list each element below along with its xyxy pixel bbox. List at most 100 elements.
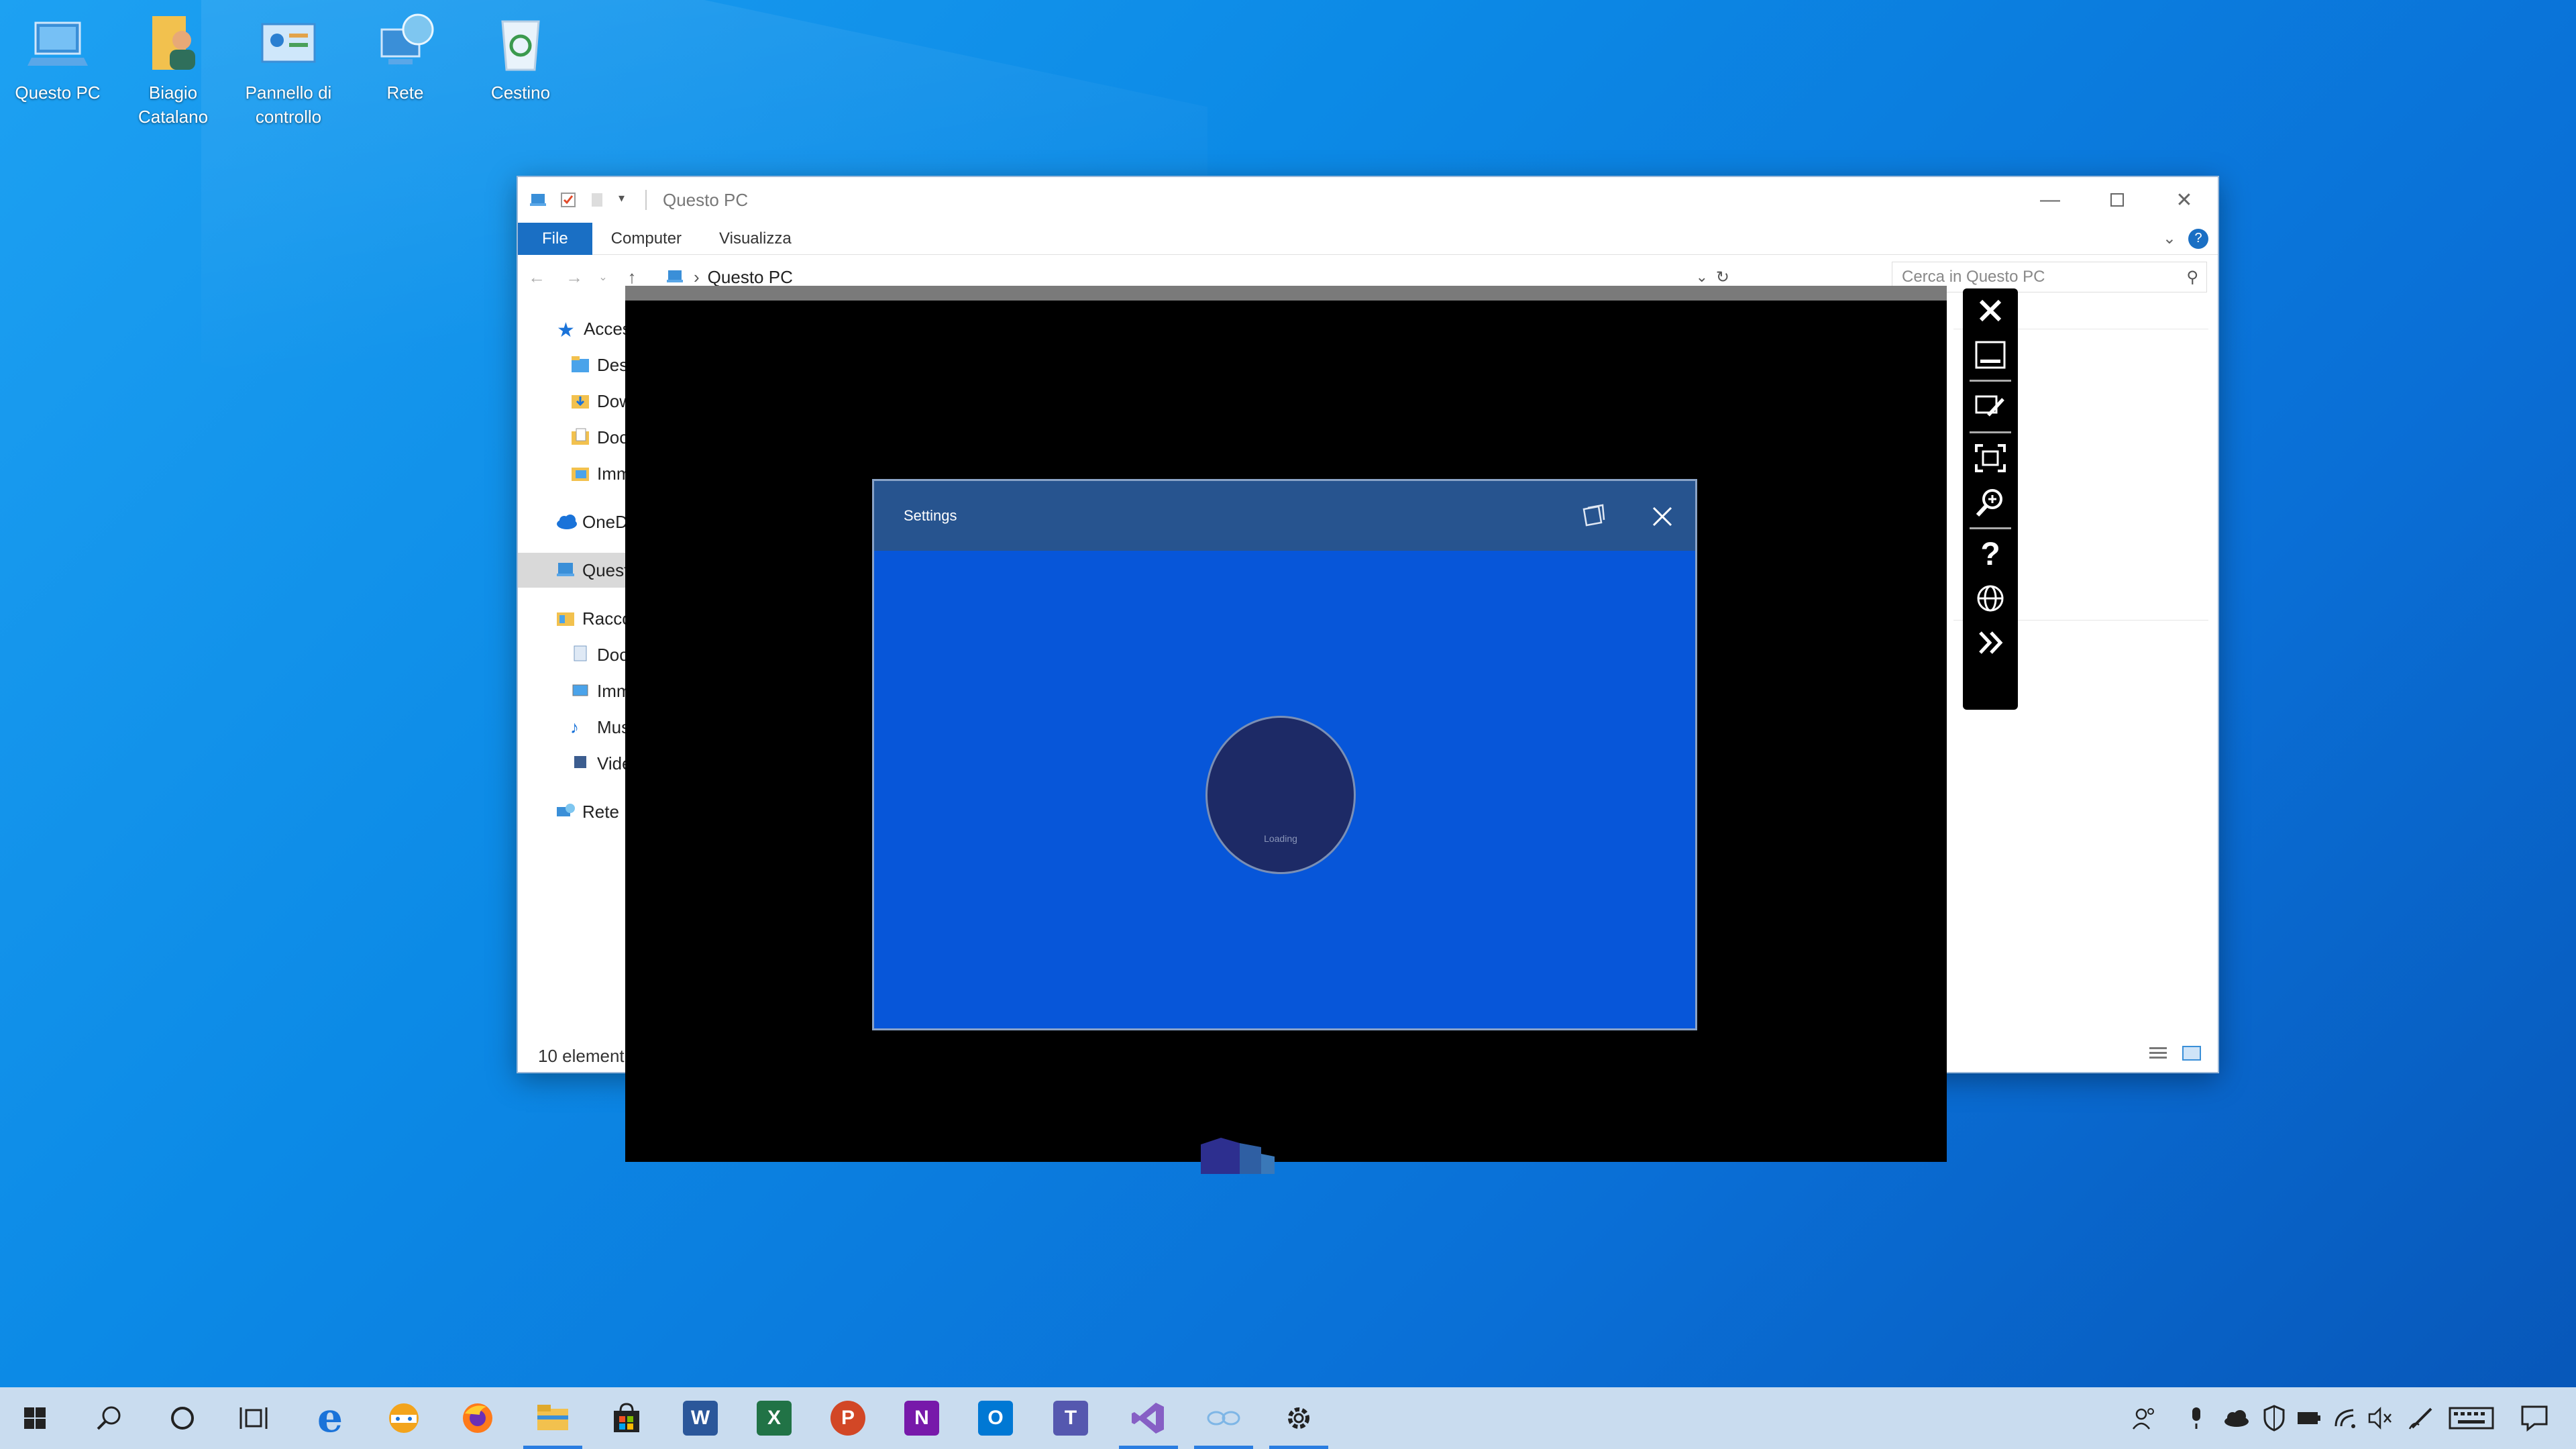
nav-item-pictures[interactable]: Immagini	[518, 456, 632, 491]
nav-item-libraries[interactable]: Raccolte	[518, 601, 632, 636]
nav-item-this-pc[interactable]: Questo PC	[518, 553, 632, 588]
new-folder-icon[interactable]	[589, 191, 606, 209]
download-folder-icon	[570, 391, 593, 411]
taskbar-word[interactable]: W	[665, 1387, 735, 1449]
cortana-button[interactable]	[148, 1387, 217, 1449]
nav-item-quick-access[interactable]: ★ Accesso rapido	[518, 311, 632, 346]
toolbar-separator	[1970, 431, 2011, 433]
help-icon[interactable]: ?	[2188, 228, 2208, 249]
start-button[interactable]	[0, 1387, 70, 1449]
toolbar-fit-button[interactable]	[1967, 436, 2014, 480]
taskbar-edge[interactable]: e	[295, 1387, 365, 1449]
taskbar-onenote[interactable]: N	[887, 1387, 957, 1449]
glasses-icon	[1207, 1411, 1240, 1426]
tab-view[interactable]: Visualizza	[700, 229, 810, 248]
toolbar-zoom-button[interactable]	[1967, 480, 2014, 525]
desktop-icon-this-pc[interactable]: Questo PC	[4, 9, 111, 105]
taskbar-powerpoint[interactable]: P	[813, 1387, 883, 1449]
tiles-view-icon[interactable]	[2182, 1044, 2202, 1065]
toolbar-close-button[interactable]	[1967, 288, 2014, 333]
nav-item-network[interactable]: Rete	[518, 794, 632, 829]
tray-volume[interactable]	[2361, 1387, 2399, 1449]
title-divider	[645, 190, 647, 210]
close-button[interactable]: ✕	[2151, 177, 2218, 223]
nav-item-desktop[interactable]: Desktop	[518, 347, 632, 382]
star-icon: ★	[557, 319, 575, 341]
toolbar-expand-button[interactable]	[1967, 621, 2014, 665]
address-dropdown-icon[interactable]: ⌄	[1696, 268, 1708, 286]
taskbar-firefox[interactable]	[443, 1387, 513, 1449]
taskbar-visual-studio[interactable]	[1114, 1387, 1183, 1449]
desktop-icon-recycle-bin[interactable]: Cestino	[467, 9, 574, 105]
taskbar-excel[interactable]: X	[739, 1387, 809, 1449]
nav-item-lib-documents[interactable]: Documenti	[518, 637, 632, 672]
settings-dialog: Settings Loading	[872, 479, 1697, 1030]
address-pc-icon	[665, 269, 686, 285]
search-icon[interactable]: ⚲	[2186, 268, 2198, 287]
toolbar-separator	[1970, 380, 2011, 382]
up-arrow-icon[interactable]: ↑	[613, 267, 651, 288]
documents-folder-icon	[570, 427, 593, 447]
tab-computer[interactable]: Computer	[592, 229, 700, 248]
taskbar-outlook[interactable]: O	[961, 1387, 1030, 1449]
toolbar-minimize-button[interactable]	[1967, 333, 2014, 377]
desktop-icon-user-folder[interactable]: Biagio Catalano	[119, 9, 227, 129]
chevron-down-icon[interactable]: ▾	[619, 191, 636, 209]
toolbar-help-button[interactable]: ?	[1967, 532, 2014, 576]
nav-item-downloads[interactable]: Download	[518, 384, 632, 419]
nav-item-onedrive[interactable]: OneDrive	[518, 504, 632, 539]
tray-microphone[interactable]	[2178, 1387, 2215, 1449]
taskbar-settings[interactable]	[1264, 1387, 1334, 1449]
taskbar-store[interactable]	[592, 1387, 661, 1449]
visual-studio-icon	[1132, 1403, 1164, 1434]
help-icon: ?	[1980, 536, 2000, 572]
tray-action-center[interactable]	[2508, 1387, 2561, 1449]
taskbar-file-explorer[interactable]	[518, 1387, 588, 1449]
tray-defender[interactable]	[2255, 1387, 2293, 1449]
notification-icon	[2521, 1405, 2548, 1432]
toolbar-edit-button[interactable]	[1967, 384, 2014, 429]
task-view-button[interactable]	[219, 1387, 288, 1449]
user-folder-icon	[143, 9, 203, 76]
tab-file[interactable]: File	[518, 222, 592, 255]
desktop-icon-control-panel[interactable]: Pannello di controllo	[235, 9, 342, 129]
details-view-icon[interactable]	[2148, 1044, 2168, 1065]
desktop-icon-network[interactable]: Rete	[352, 9, 459, 105]
loading-text: Loading	[1264, 833, 1297, 844]
forward-arrow-icon[interactable]: →	[555, 267, 593, 288]
tray-people[interactable]	[2125, 1387, 2163, 1449]
properties-icon[interactable]	[559, 191, 577, 209]
expand-icon	[1979, 631, 2003, 654]
tray-pen[interactable]	[2403, 1387, 2440, 1449]
nav-item-lib-music[interactable]: ♪ Musica	[518, 710, 632, 745]
taskbar-dab[interactable]	[369, 1387, 439, 1449]
close-icon: ✕	[2176, 189, 2193, 211]
tray-touch-keyboard[interactable]	[2446, 1387, 2497, 1449]
nav-item-documents[interactable]: Documenti	[518, 420, 632, 455]
navigation-pane: ★ Accesso rapido Desktop Download Docume…	[518, 311, 632, 1032]
back-arrow-icon[interactable]: ←	[518, 267, 555, 288]
nav-item-lib-pictures[interactable]: Immagini	[518, 674, 632, 708]
refresh-icon[interactable]: ↻	[1716, 268, 1729, 287]
floating-toolbar: ?	[1963, 288, 2018, 710]
teams-icon: T	[1053, 1401, 1088, 1436]
network-icon	[375, 9, 435, 76]
nav-item-lib-video[interactable]: Video	[518, 746, 632, 781]
tray-onedrive[interactable]	[2218, 1387, 2255, 1449]
fit-screen-icon	[1975, 444, 2006, 472]
music-library-icon: ♪	[570, 717, 579, 737]
restore-button[interactable]	[1576, 500, 1609, 533]
settings-close-button[interactable]	[1646, 500, 1679, 533]
dab-icon	[389, 1403, 419, 1433]
maximize-button[interactable]	[2084, 177, 2151, 223]
recent-chevron-icon[interactable]: ⌄	[593, 270, 613, 284]
breadcrumb-current[interactable]: Questo PC	[708, 267, 793, 288]
ribbon-expand-icon[interactable]: ⌄	[2163, 229, 2176, 248]
tray-battery[interactable]	[2290, 1387, 2328, 1449]
toolbar-language-button[interactable]	[1967, 576, 2014, 621]
taskbar-teams[interactable]: T	[1036, 1387, 1106, 1449]
taskbar-glasses-app[interactable]	[1189, 1387, 1258, 1449]
tray-wifi[interactable]	[2328, 1387, 2365, 1449]
minimize-button[interactable]: —	[2017, 177, 2084, 223]
taskbar-search-button[interactable]	[74, 1387, 144, 1449]
